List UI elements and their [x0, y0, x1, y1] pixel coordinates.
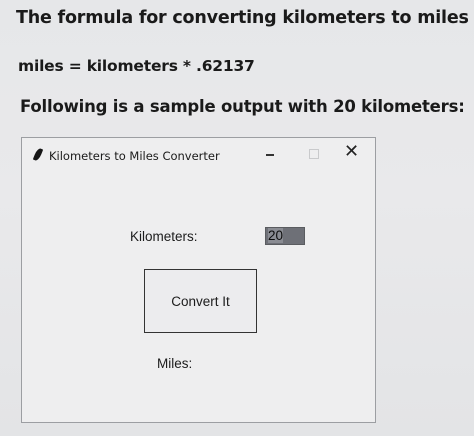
close-button[interactable]: ✕	[344, 142, 359, 162]
window-titlebar[interactable]: Kilometers to Miles Converter ✕	[22, 138, 375, 172]
converter-window: Kilometers to Miles Converter ✕ Kilomete…	[21, 137, 376, 423]
feather-icon	[32, 147, 44, 162]
miles-label: Miles:	[157, 356, 193, 371]
instruction-sample-intro: Following is a sample output with 20 kil…	[20, 97, 465, 116]
kilometers-label: Kilometers:	[130, 229, 198, 244]
instruction-formula: miles = kilometers * .62137	[18, 57, 255, 75]
kilometers-input-value: 20	[268, 228, 284, 243]
kilometers-input[interactable]: 20	[265, 227, 305, 245]
instruction-formula-intro: The formula for converting kilometers to…	[16, 8, 474, 28]
minimize-button[interactable]	[266, 154, 274, 156]
convert-button[interactable]: Convert It	[144, 269, 257, 333]
maximize-button[interactable]	[309, 149, 319, 159]
window-title: Kilometers to Miles Converter	[49, 149, 220, 163]
convert-button-label: Convert It	[171, 293, 230, 309]
